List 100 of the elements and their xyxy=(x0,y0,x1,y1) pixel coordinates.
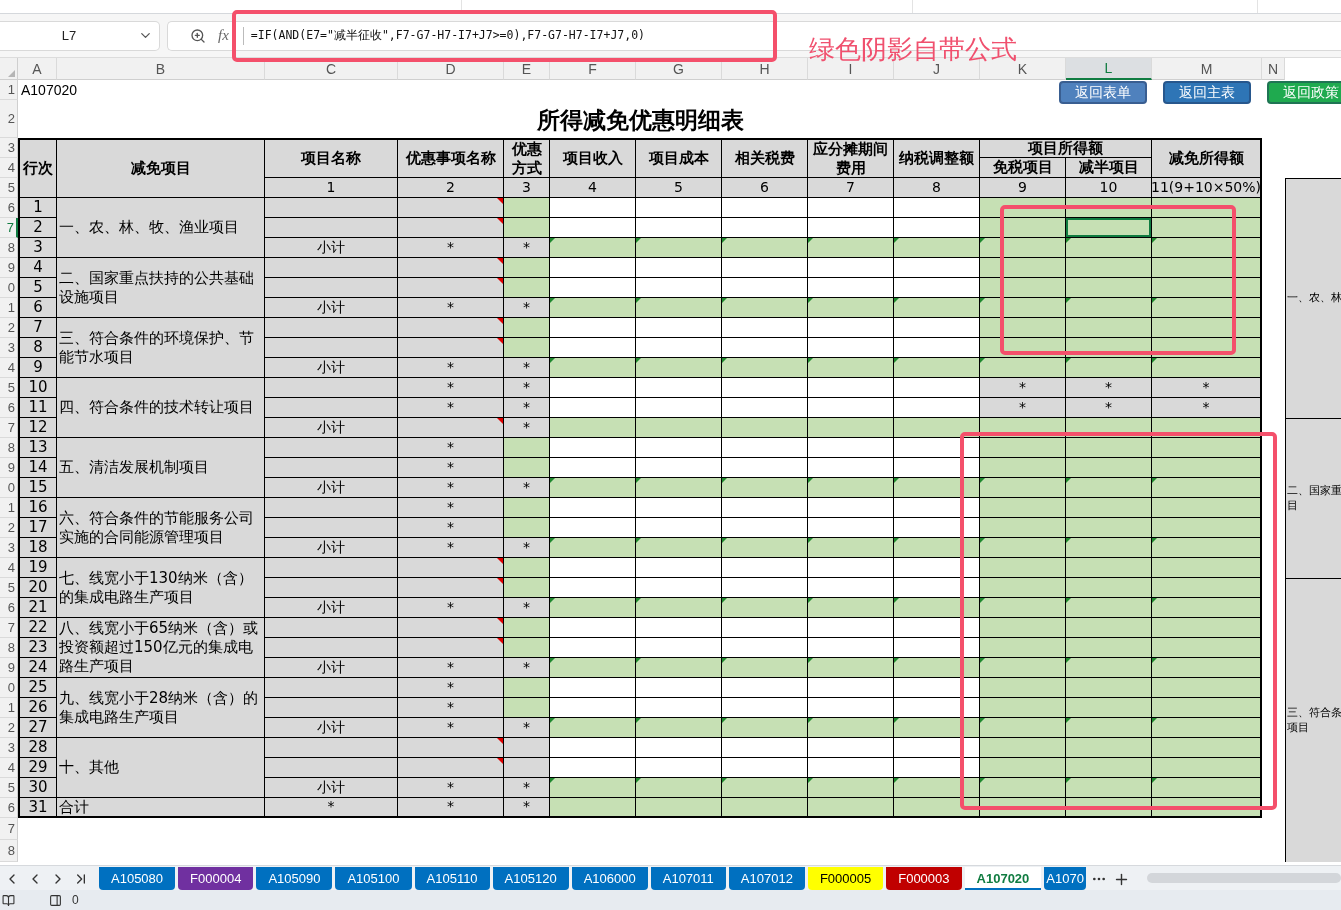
row-header[interactable]: 3 xyxy=(0,738,18,758)
column-number: 2 xyxy=(398,178,504,198)
zoom-icon[interactable] xyxy=(190,27,206,44)
line-number: 29 xyxy=(18,758,57,778)
line-number: 26 xyxy=(18,698,57,718)
row-header[interactable]: 5 xyxy=(0,778,18,798)
line-number: 6 xyxy=(18,298,57,318)
line-number: 24 xyxy=(18,658,57,678)
sheet-tab[interactable]: A107020 xyxy=(964,867,1042,890)
horizontal-scrollbar[interactable] xyxy=(1146,873,1341,883)
row-header[interactable]: 0 xyxy=(0,678,18,698)
table-cell: * xyxy=(398,718,504,738)
row-header[interactable]: 7 xyxy=(0,218,18,238)
table-cell: * xyxy=(398,778,504,798)
table-cell: * xyxy=(398,398,504,418)
row-header[interactable]: 9 xyxy=(0,458,18,478)
line-number: 11 xyxy=(18,398,57,418)
line-number: 27 xyxy=(18,718,57,738)
sheet-tab[interactable]: A105110 xyxy=(414,867,490,890)
row-header[interactable]: 4 xyxy=(0,558,18,578)
nav-button[interactable]: 返回表单 xyxy=(1059,81,1147,104)
line-number: 21 xyxy=(18,598,57,618)
row-header[interactable]: 3 xyxy=(0,338,18,358)
sheet-tab[interactable]: A105120 xyxy=(492,867,569,890)
column-header[interactable]: B xyxy=(57,58,265,80)
table-cell: * xyxy=(1152,398,1262,418)
row-header[interactable]: 7 xyxy=(0,618,18,638)
row-header[interactable]: 8 xyxy=(0,638,18,658)
sheet-tab[interactable]: A105090 xyxy=(256,867,333,890)
row-header[interactable]: 1 xyxy=(0,80,18,100)
column-number: 9 xyxy=(980,178,1066,198)
row-header[interactable]: 1 xyxy=(0,298,18,318)
row-header[interactable]: 6 xyxy=(0,798,18,818)
row-header[interactable]: 2 xyxy=(0,518,18,538)
table-cell: 小计 xyxy=(265,718,398,738)
row-header[interactable]: 5 xyxy=(0,178,18,198)
sheet-tab[interactable]: A107011 xyxy=(650,867,726,890)
sheet-tab[interactable]: F000004 xyxy=(178,867,254,890)
row-header[interactable]: 6 xyxy=(0,598,18,618)
column-number: 6 xyxy=(722,178,808,198)
table-cell: * xyxy=(398,698,504,718)
name-box[interactable]: L7 xyxy=(0,20,160,51)
table-cell: * xyxy=(504,238,550,258)
sheet-tab[interactable]: A105080 xyxy=(99,867,176,890)
header-cell: 行次 xyxy=(18,138,57,198)
row-header[interactable]: 1 xyxy=(0,498,18,518)
row-header[interactable]: 0 xyxy=(0,478,18,498)
row-header[interactable]: 2 xyxy=(0,100,18,138)
column-header[interactable]: L xyxy=(1066,58,1152,80)
table-cell: * xyxy=(504,598,550,618)
sheet-tab[interactable]: A1070 xyxy=(1044,867,1086,890)
row-header[interactable]: 7 xyxy=(0,818,18,840)
row-header[interactable]: 4 xyxy=(0,158,18,178)
row-header[interactable]: 8 xyxy=(0,238,18,258)
sheet-tab[interactable]: A107012 xyxy=(728,867,805,890)
column-header[interactable]: A xyxy=(18,58,57,80)
column-header[interactable]: M xyxy=(1152,58,1262,80)
row-header[interactable]: 4 xyxy=(0,758,18,778)
column-number: 11(9+10×50%) xyxy=(1152,178,1262,198)
function-label[interactable]: fx xyxy=(218,27,229,44)
line-number: 1 xyxy=(18,198,57,218)
sheet-tab[interactable]: F000005 xyxy=(807,867,884,890)
table-cell: * xyxy=(504,398,550,418)
row-header[interactable]: 7 xyxy=(0,418,18,438)
line-number: 30 xyxy=(18,778,57,798)
row-header[interactable]: 5 xyxy=(0,378,18,398)
column-number: 7 xyxy=(808,178,894,198)
line-number: 12 xyxy=(18,418,57,438)
row-header[interactable]: 9 xyxy=(0,658,18,678)
line-number: 5 xyxy=(18,278,57,298)
line-number: 31 xyxy=(18,798,57,818)
row-header[interactable]: 9 xyxy=(0,258,18,278)
sheet-tab[interactable]: F000003 xyxy=(886,867,962,890)
row-header[interactable]: 8 xyxy=(0,840,18,862)
column-number: 4 xyxy=(550,178,636,198)
table-cell: * xyxy=(398,378,504,398)
row-header[interactable]: 8 xyxy=(0,438,18,458)
header-cell: 纳税调整额 xyxy=(894,138,980,178)
row-header[interactable]: 3 xyxy=(0,138,18,158)
sheet-tab[interactable]: A105100 xyxy=(335,867,412,890)
header-cell: 优惠事项名称 xyxy=(398,138,504,178)
row-header[interactable]: 2 xyxy=(0,318,18,338)
table-cell: * xyxy=(504,778,550,798)
column-header[interactable]: N xyxy=(1262,58,1285,80)
row-header[interactable]: 4 xyxy=(0,358,18,378)
sheet-tab[interactable]: A106000 xyxy=(571,867,648,890)
column-number: 1 xyxy=(265,178,398,198)
book-icon[interactable] xyxy=(2,893,15,907)
panel-icon[interactable] xyxy=(49,893,62,907)
line-number: 20 xyxy=(18,578,57,598)
row-header[interactable]: 2 xyxy=(0,718,18,738)
row-label: 十、其他 xyxy=(57,738,265,798)
row-header[interactable]: 5 xyxy=(0,578,18,598)
row-header[interactable]: 3 xyxy=(0,538,18,558)
row-header[interactable]: 1 xyxy=(0,698,18,718)
row-header[interactable]: 6 xyxy=(0,198,18,218)
row-header[interactable]: 6 xyxy=(0,398,18,418)
table-cell: * xyxy=(1066,378,1152,398)
nav-button[interactable]: 返回主表 xyxy=(1163,81,1251,104)
row-header[interactable]: 0 xyxy=(0,278,18,298)
